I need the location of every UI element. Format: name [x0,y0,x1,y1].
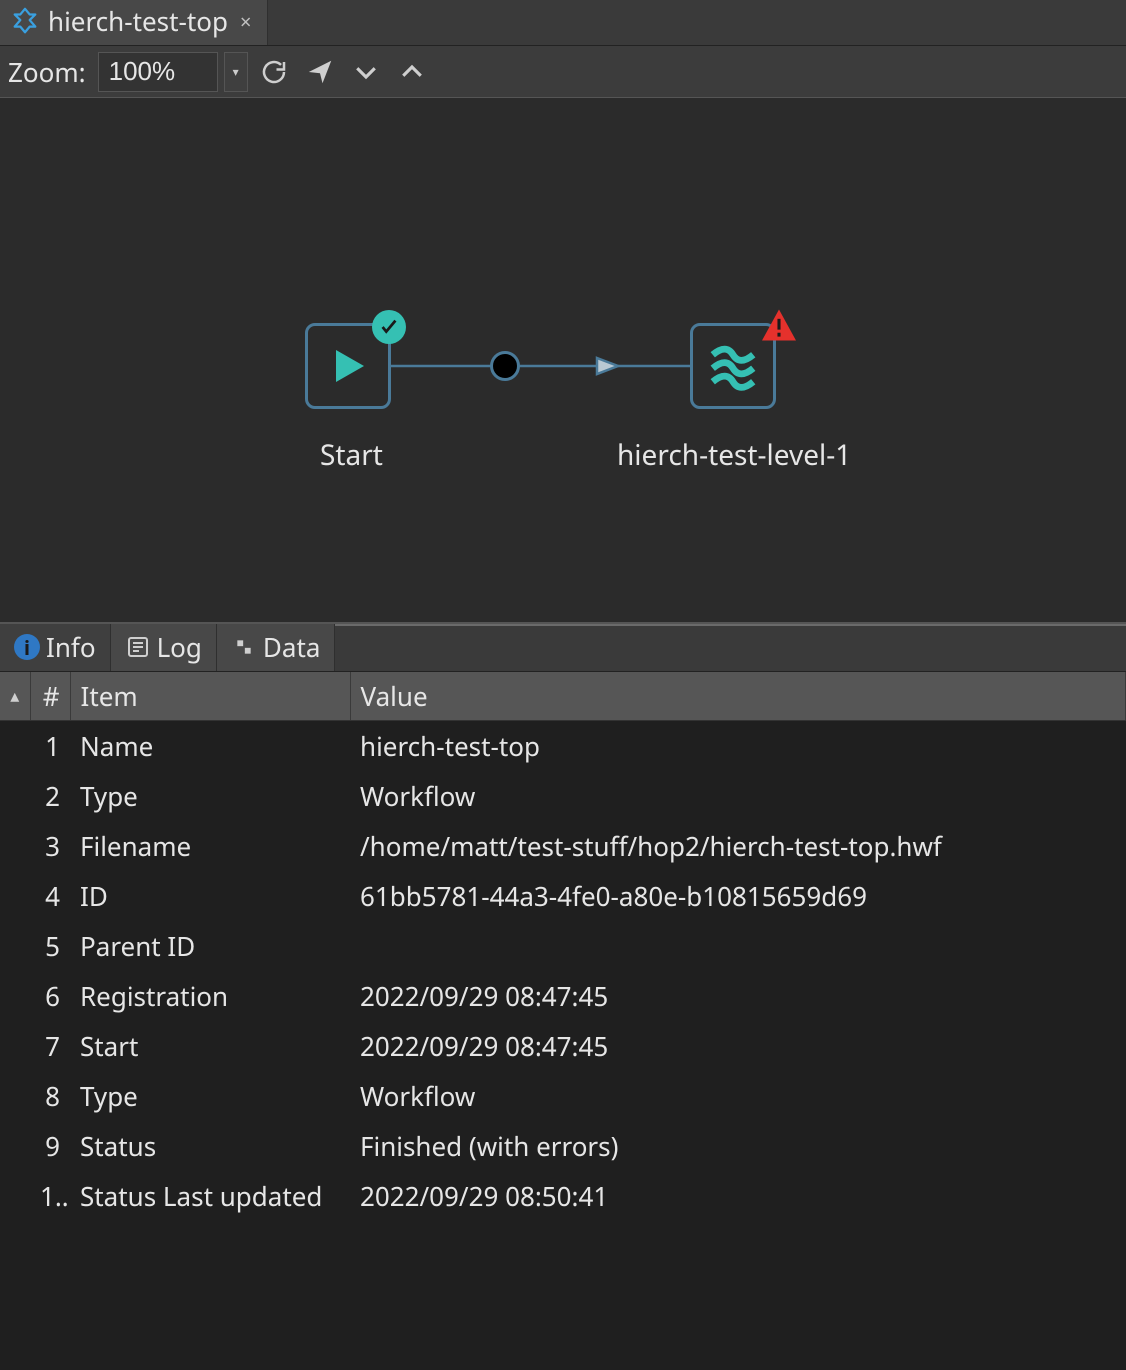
table-row[interactable]: 4ID61bb5781-44a3-4fe0-a80e-b10815659d69 [0,871,1126,921]
row-item: Status [70,1121,350,1171]
collapse-up-button[interactable] [392,52,432,92]
row-item: Registration [70,971,350,1021]
tab-info[interactable]: i Info [0,621,111,671]
tab-data[interactable]: Data [217,623,336,671]
play-icon [324,342,372,390]
tab-info-label: Info [46,629,96,665]
row-item: Name [70,721,350,772]
table-row[interactable]: 10Status Last updated2022/09/29 08:50:41 [0,1171,1126,1221]
hop-midpoint-handle[interactable] [490,351,520,381]
row-item: Type [70,771,350,821]
row-number: 1 [30,721,70,772]
table-row[interactable]: 5Parent ID [0,921,1126,971]
info-icon: i [14,634,40,660]
table-row[interactable]: 9StatusFinished (with errors) [0,1121,1126,1171]
tab-log-label: Log [157,629,202,665]
node-subworkflow-label: hierch-test-level-1 [617,436,851,474]
row-number: 7 [30,1021,70,1071]
row-value: Workflow [350,1071,1126,1121]
zoom-dropdown-button[interactable]: ▾ [224,52,248,92]
row-item: Type [70,1071,350,1121]
file-tab-active[interactable]: hierch-test-top × [0,0,268,45]
workflow-canvas[interactable]: Start hierch-test-level-1 [0,98,1126,624]
row-value: /home/matt/test-stuff/hop2/hierch-test-t… [350,821,1126,871]
table-row[interactable]: 3Filename/home/matt/test-stuff/hop2/hier… [0,821,1126,871]
edge-line [0,98,1126,624]
row-item: Filename [70,821,350,871]
row-number: 2 [30,771,70,821]
node-start-label: Start [320,436,383,474]
toolbar: Zoom: ▾ [0,46,1126,98]
row-item: Parent ID [70,921,350,971]
row-item: Start [70,1021,350,1071]
row-number: 4 [30,871,70,921]
row-value: Finished (with errors) [350,1121,1126,1171]
table-row[interactable]: 8TypeWorkflow [0,1071,1126,1121]
info-table: ▴ # Item Value 1Namehierch-test-top2Type… [0,672,1126,1221]
row-number: 9 [30,1121,70,1171]
row-item: ID [70,871,350,921]
column-header-value[interactable]: Value [350,672,1126,721]
row-value: Workflow [350,771,1126,821]
info-panel: ▴ # Item Value 1Namehierch-test-top2Type… [0,672,1126,1370]
column-header-number[interactable]: # [30,672,70,721]
column-header-item[interactable]: Item [70,672,350,721]
row-value [350,921,1126,971]
row-number: 10 [30,1171,70,1221]
data-icon [231,634,257,660]
row-value: 61bb5781-44a3-4fe0-a80e-b10815659d69 [350,871,1126,921]
status-success-badge [372,310,406,344]
expand-down-button[interactable] [346,52,386,92]
workflow-icon [706,339,760,393]
tab-log[interactable]: Log [111,623,217,671]
row-number: 5 [30,921,70,971]
row-number: 8 [30,1071,70,1121]
row-number: 3 [30,821,70,871]
workflow-file-icon [10,6,40,36]
file-tab-close-button[interactable]: × [236,8,251,35]
tab-data-label: Data [263,629,321,665]
file-tabbar: hierch-test-top × [0,0,1126,46]
row-number: 6 [30,971,70,1021]
zoom-label: Zoom: [8,54,92,90]
column-sort-indicator[interactable]: ▴ [0,672,30,721]
row-value: hierch-test-top [350,721,1126,772]
file-tab-title: hierch-test-top [48,3,228,39]
navigate-icon[interactable] [300,52,340,92]
panel-tabbar: i Info Log Data [0,624,1126,672]
table-row[interactable]: 2TypeWorkflow [0,771,1126,821]
table-row[interactable]: 1Namehierch-test-top [0,721,1126,772]
row-value: 2022/09/29 08:50:41 [350,1171,1126,1221]
table-row[interactable]: 6Registration2022/09/29 08:47:45 [0,971,1126,1021]
row-item: Status Last updated [70,1171,350,1221]
row-value: 2022/09/29 08:47:45 [350,1021,1126,1071]
zoom-input[interactable] [98,52,218,92]
status-error-badge [760,308,798,342]
table-row[interactable]: 7Start2022/09/29 08:47:45 [0,1021,1126,1071]
refresh-button[interactable] [254,52,294,92]
log-icon [125,634,151,660]
row-value: 2022/09/29 08:47:45 [350,971,1126,1021]
